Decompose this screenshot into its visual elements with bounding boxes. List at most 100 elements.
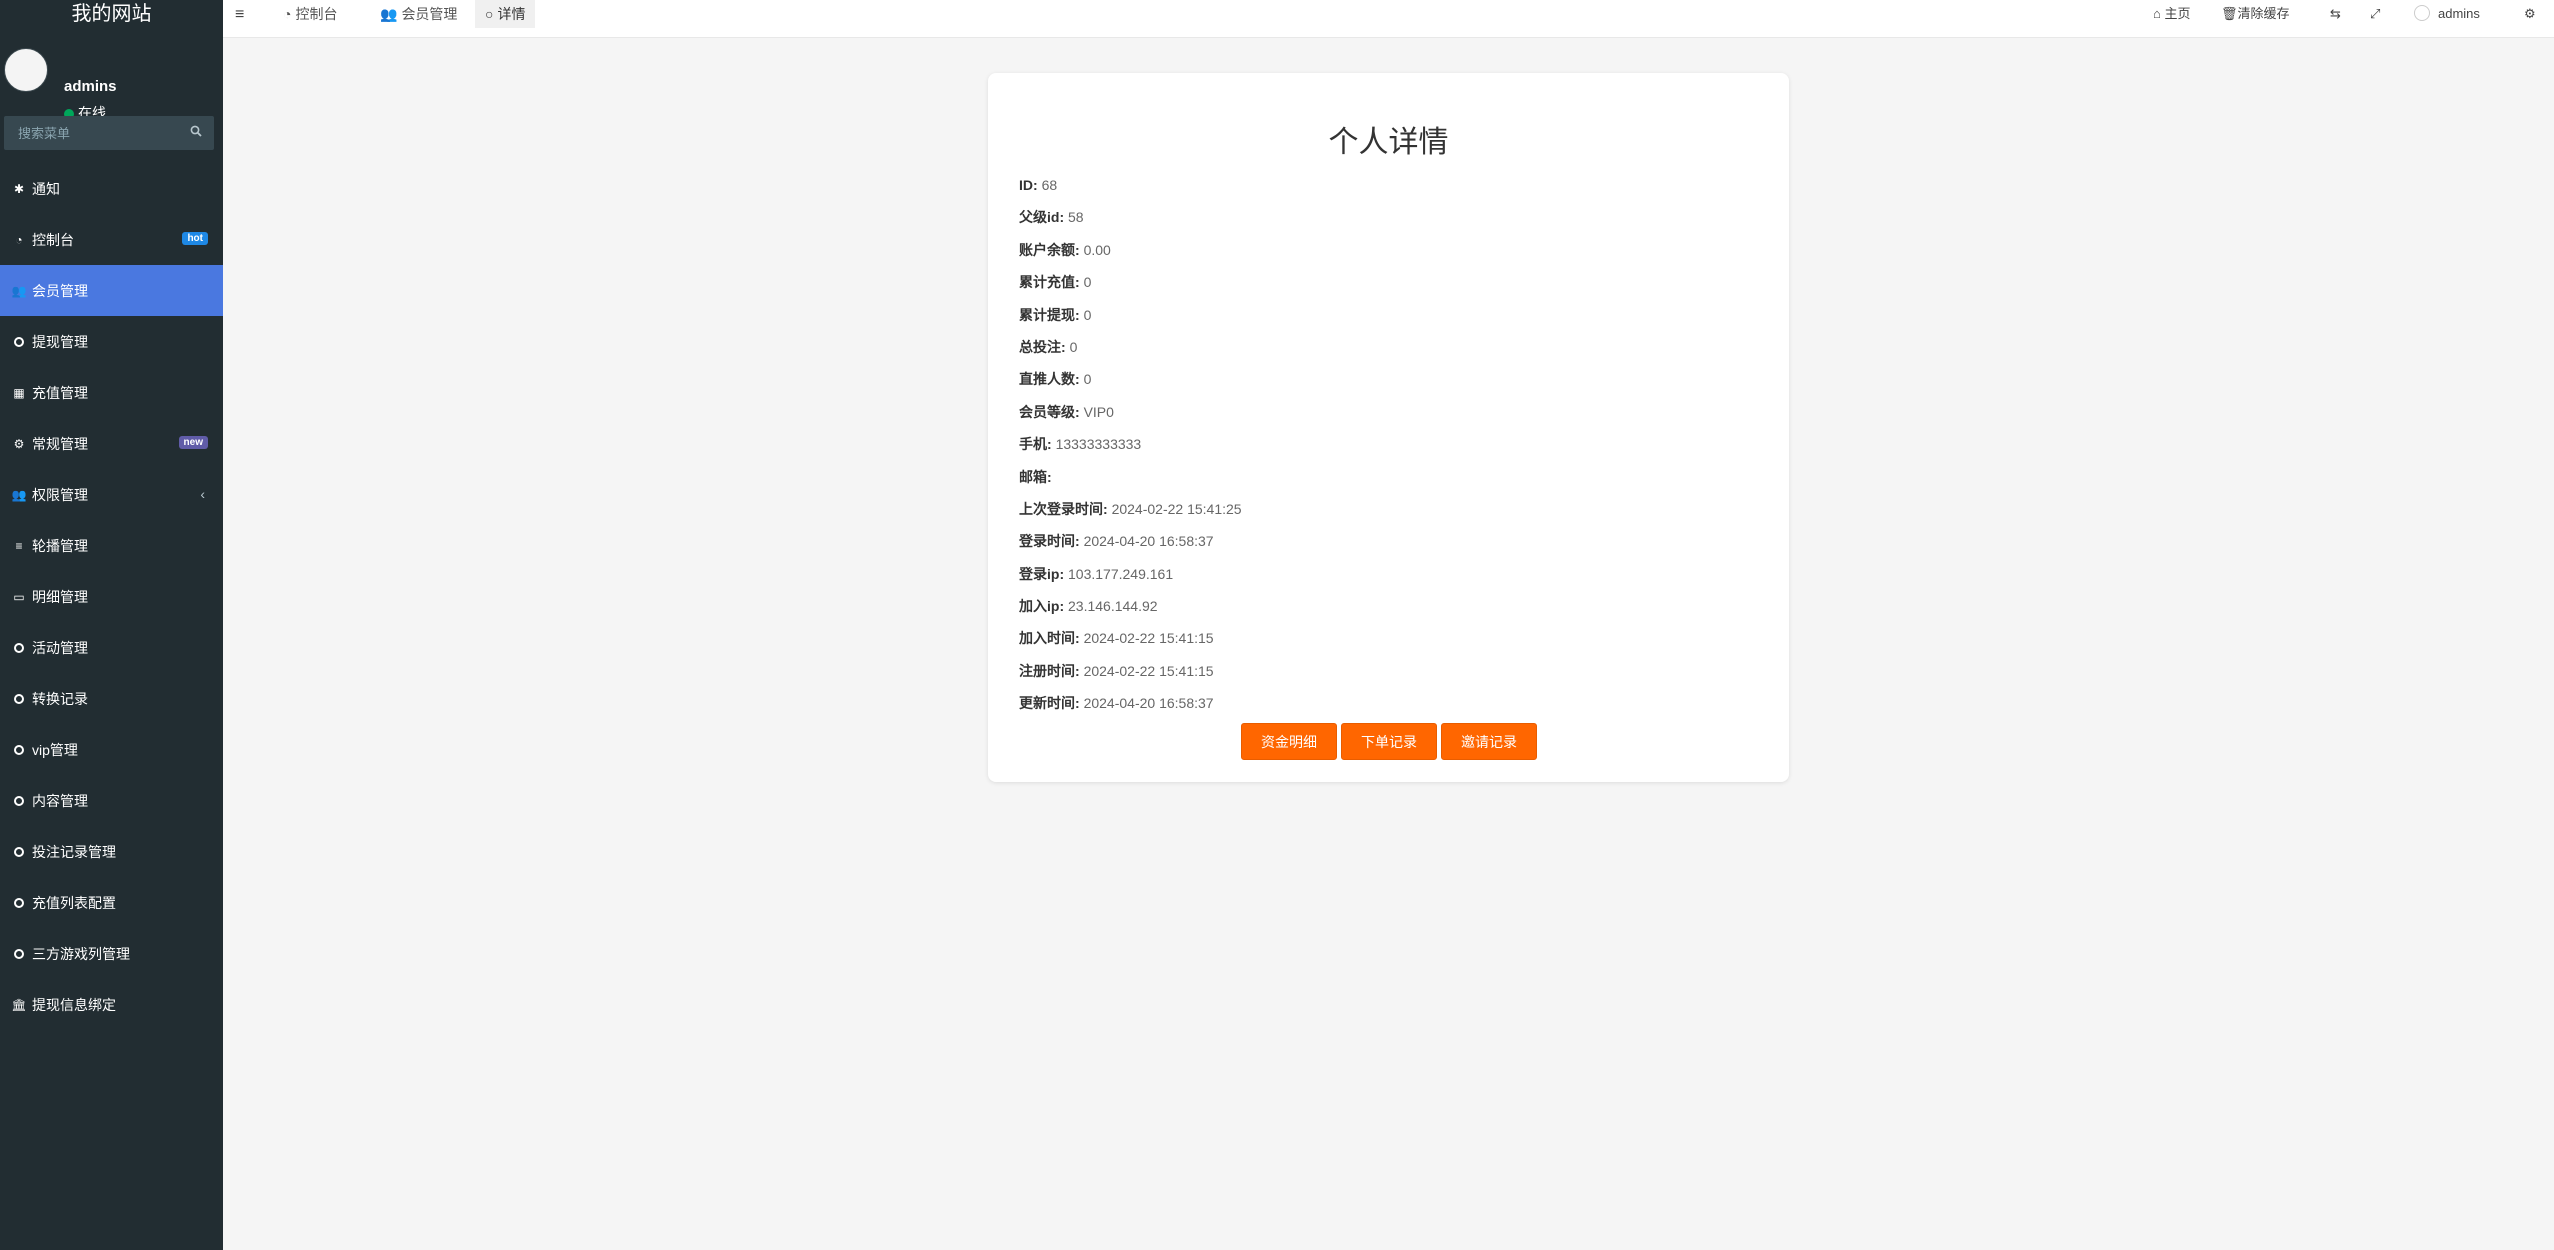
topbar: ≡ ◔ 控制台 👥 会员管理 ○ 详情 ⌂ 主页 🗑清除缓存 ⇆ ⤢ admins ⚙ (223, 0, 2554, 38)
bank-icon: 🏛 (11, 997, 27, 1012)
field-value: 23.146.144.92 (1068, 598, 1158, 615)
field-value: 68 (1041, 177, 1058, 193)
invite-records-button[interactable]: 邀请记录 (1441, 723, 1537, 760)
circle-icon (12, 641, 26, 655)
tab-member-management[interactable]: 👥 会员管理 (370, 0, 467, 28)
circle-icon (12, 743, 26, 757)
tab-label: 详情 (497, 6, 526, 22)
detail-row: 邮箱: (1019, 461, 1242, 493)
field-label: 手机: (1019, 436, 1052, 453)
sidebar-item-label: 轮播管理 (32, 537, 88, 554)
field-label: 加入ip: (1019, 598, 1065, 615)
home-label: 主页 (2164, 6, 2191, 21)
detail-row: 手机: 13333333333 (1019, 428, 1242, 460)
grid-icon: ▦ (13, 385, 25, 400)
asterisk-icon: ✱ (13, 181, 25, 196)
field-label: 登录ip: (1019, 565, 1065, 582)
sidebar-item-7[interactable]: ≡ 轮播管理 (0, 520, 223, 571)
chevron-left-icon[interactable]: ‹ (200, 486, 205, 502)
detail-row: 总投注: 0 (1019, 331, 1242, 363)
menu-toggle-icon[interactable]: ≡ (235, 6, 244, 24)
sidebar-item-10[interactable]: 转换记录 (0, 673, 223, 724)
avatar (4, 48, 48, 92)
field-value: 2024-02-22 15:41:15 (1083, 630, 1214, 647)
field-value: 0 (1069, 338, 1078, 355)
field-value: 13333333333 (1055, 436, 1142, 453)
order-records-button[interactable]: 下单记录 (1341, 723, 1437, 760)
field-label: 会员等级: (1019, 403, 1080, 420)
sidebar-item-label: 会员管理 (32, 282, 88, 299)
search-icon[interactable] (190, 125, 202, 137)
menu-search-input[interactable] (4, 116, 214, 150)
sidebar-item-label: 控制台 (32, 231, 74, 248)
detail-row: 上次登录时间: 2024-02-22 15:41:25 (1019, 493, 1242, 525)
sidebar-item-label: vip管理 (32, 741, 78, 758)
tab-label: 控制台 (295, 6, 338, 22)
circle-icon (12, 335, 26, 349)
translate-icon[interactable]: ⇆ (2330, 0, 2341, 28)
dashboard-icon: ◔ (15, 232, 23, 247)
detail-row: 累计充值: 0 (1019, 266, 1242, 298)
field-label: 注册时间: (1019, 662, 1080, 679)
field-value: 0.00 (1083, 241, 1111, 258)
field-label: 邮箱: (1019, 468, 1052, 485)
tab-detail[interactable]: ○ 详情 (475, 0, 536, 28)
tab-dashboard[interactable]: ◔ 控制台 (273, 0, 347, 28)
sidebar-item-6[interactable]: 👥 权限管理 ‹ (0, 469, 223, 520)
field-label: 上次登录时间: (1019, 500, 1108, 517)
site-title[interactable]: 我的网站 (0, 0, 223, 28)
sidebar-item-5[interactable]: ⚙ 常规管理 new (0, 418, 223, 469)
fund-details-button[interactable]: 资金明细 (1241, 723, 1337, 760)
sidebar-item-label: 常规管理 (32, 435, 88, 452)
sidebar-item-2[interactable]: 👥 会员管理 (0, 265, 223, 316)
clear-cache-button[interactable]: 🗑清除缓存 (2221, 0, 2290, 28)
field-value: 0 (1083, 306, 1092, 323)
field-value: 2024-04-20 16:58:37 (1083, 533, 1214, 550)
sidebar-item-3[interactable]: 提现管理 (0, 316, 223, 367)
circle-icon (12, 896, 26, 910)
sidebar-item-15[interactable]: 三方游戏列管理 (0, 928, 223, 979)
field-value: 0 (1083, 371, 1092, 388)
user-avatar-icon (2414, 5, 2430, 21)
detail-row: 登录ip: 103.177.249.161 (1019, 558, 1242, 590)
menu-search (4, 116, 214, 150)
field-label: ID: (1019, 177, 1038, 193)
sidebar-item-12[interactable]: 内容管理 (0, 775, 223, 826)
menu-badge: hot (182, 232, 208, 245)
settings-gear-icon[interactable]: ⚙ (2524, 0, 2536, 28)
sidebar-item-8[interactable]: ▭ 明细管理 (0, 571, 223, 622)
sidebar-item-label: 转换记录 (32, 690, 88, 707)
sidebar-item-14[interactable]: 充值列表配置 (0, 877, 223, 928)
sidebar-item-11[interactable]: vip管理 (0, 724, 223, 775)
users-icon: 👥 (11, 283, 27, 298)
sidebar-item-label: 三方游戏列管理 (32, 945, 130, 962)
field-value: 2024-04-20 16:58:37 (1083, 695, 1214, 712)
trash-icon: 🗑 (2221, 6, 2238, 21)
dashboard-icon: ◔ (283, 6, 292, 22)
sidebar-item-label: 明细管理 (32, 588, 88, 605)
field-label: 加入时间: (1019, 630, 1080, 647)
sidebar-item-label: 投注记录管理 (32, 843, 116, 860)
field-value: 0 (1083, 274, 1092, 291)
home-link[interactable]: ⌂ 主页 (2153, 0, 2191, 28)
sidebar-item-9[interactable]: 活动管理 (0, 622, 223, 673)
sidebar-item-label: 权限管理 (32, 486, 88, 503)
topbar-username: admins (2438, 6, 2480, 21)
user-panel: admins 在线 (0, 28, 223, 121)
sidebar-item-16[interactable]: 🏛 提现信息绑定 (0, 979, 223, 1030)
detail-row: 加入时间: 2024-02-22 15:41:15 (1019, 622, 1242, 654)
circle-icon (12, 845, 26, 859)
sidebar-item-label: 充值管理 (32, 384, 88, 401)
detail-row: 注册时间: 2024-02-22 15:41:15 (1019, 655, 1242, 687)
user-menu[interactable]: admins (2414, 0, 2480, 28)
sidebar-item-label: 内容管理 (32, 792, 88, 809)
sidebar-item-4[interactable]: ▦ 充值管理 (0, 367, 223, 418)
field-value: 2024-02-22 15:41:25 (1111, 500, 1242, 517)
sidebar-item-0[interactable]: ✱ 通知 (0, 163, 223, 214)
fullscreen-icon[interactable]: ⤢ (2370, 0, 2380, 28)
sidebar-item-13[interactable]: 投注记录管理 (0, 826, 223, 877)
detail-card: 个人详情 ID: 68 父级id: 58 账户余额: 0.00 累计充值: 0 累计提现… (988, 73, 1789, 782)
circle-icon (12, 947, 26, 961)
sidebar-username: admins (64, 78, 117, 95)
sidebar-item-1[interactable]: ◔ 控制台 hot (0, 214, 223, 265)
